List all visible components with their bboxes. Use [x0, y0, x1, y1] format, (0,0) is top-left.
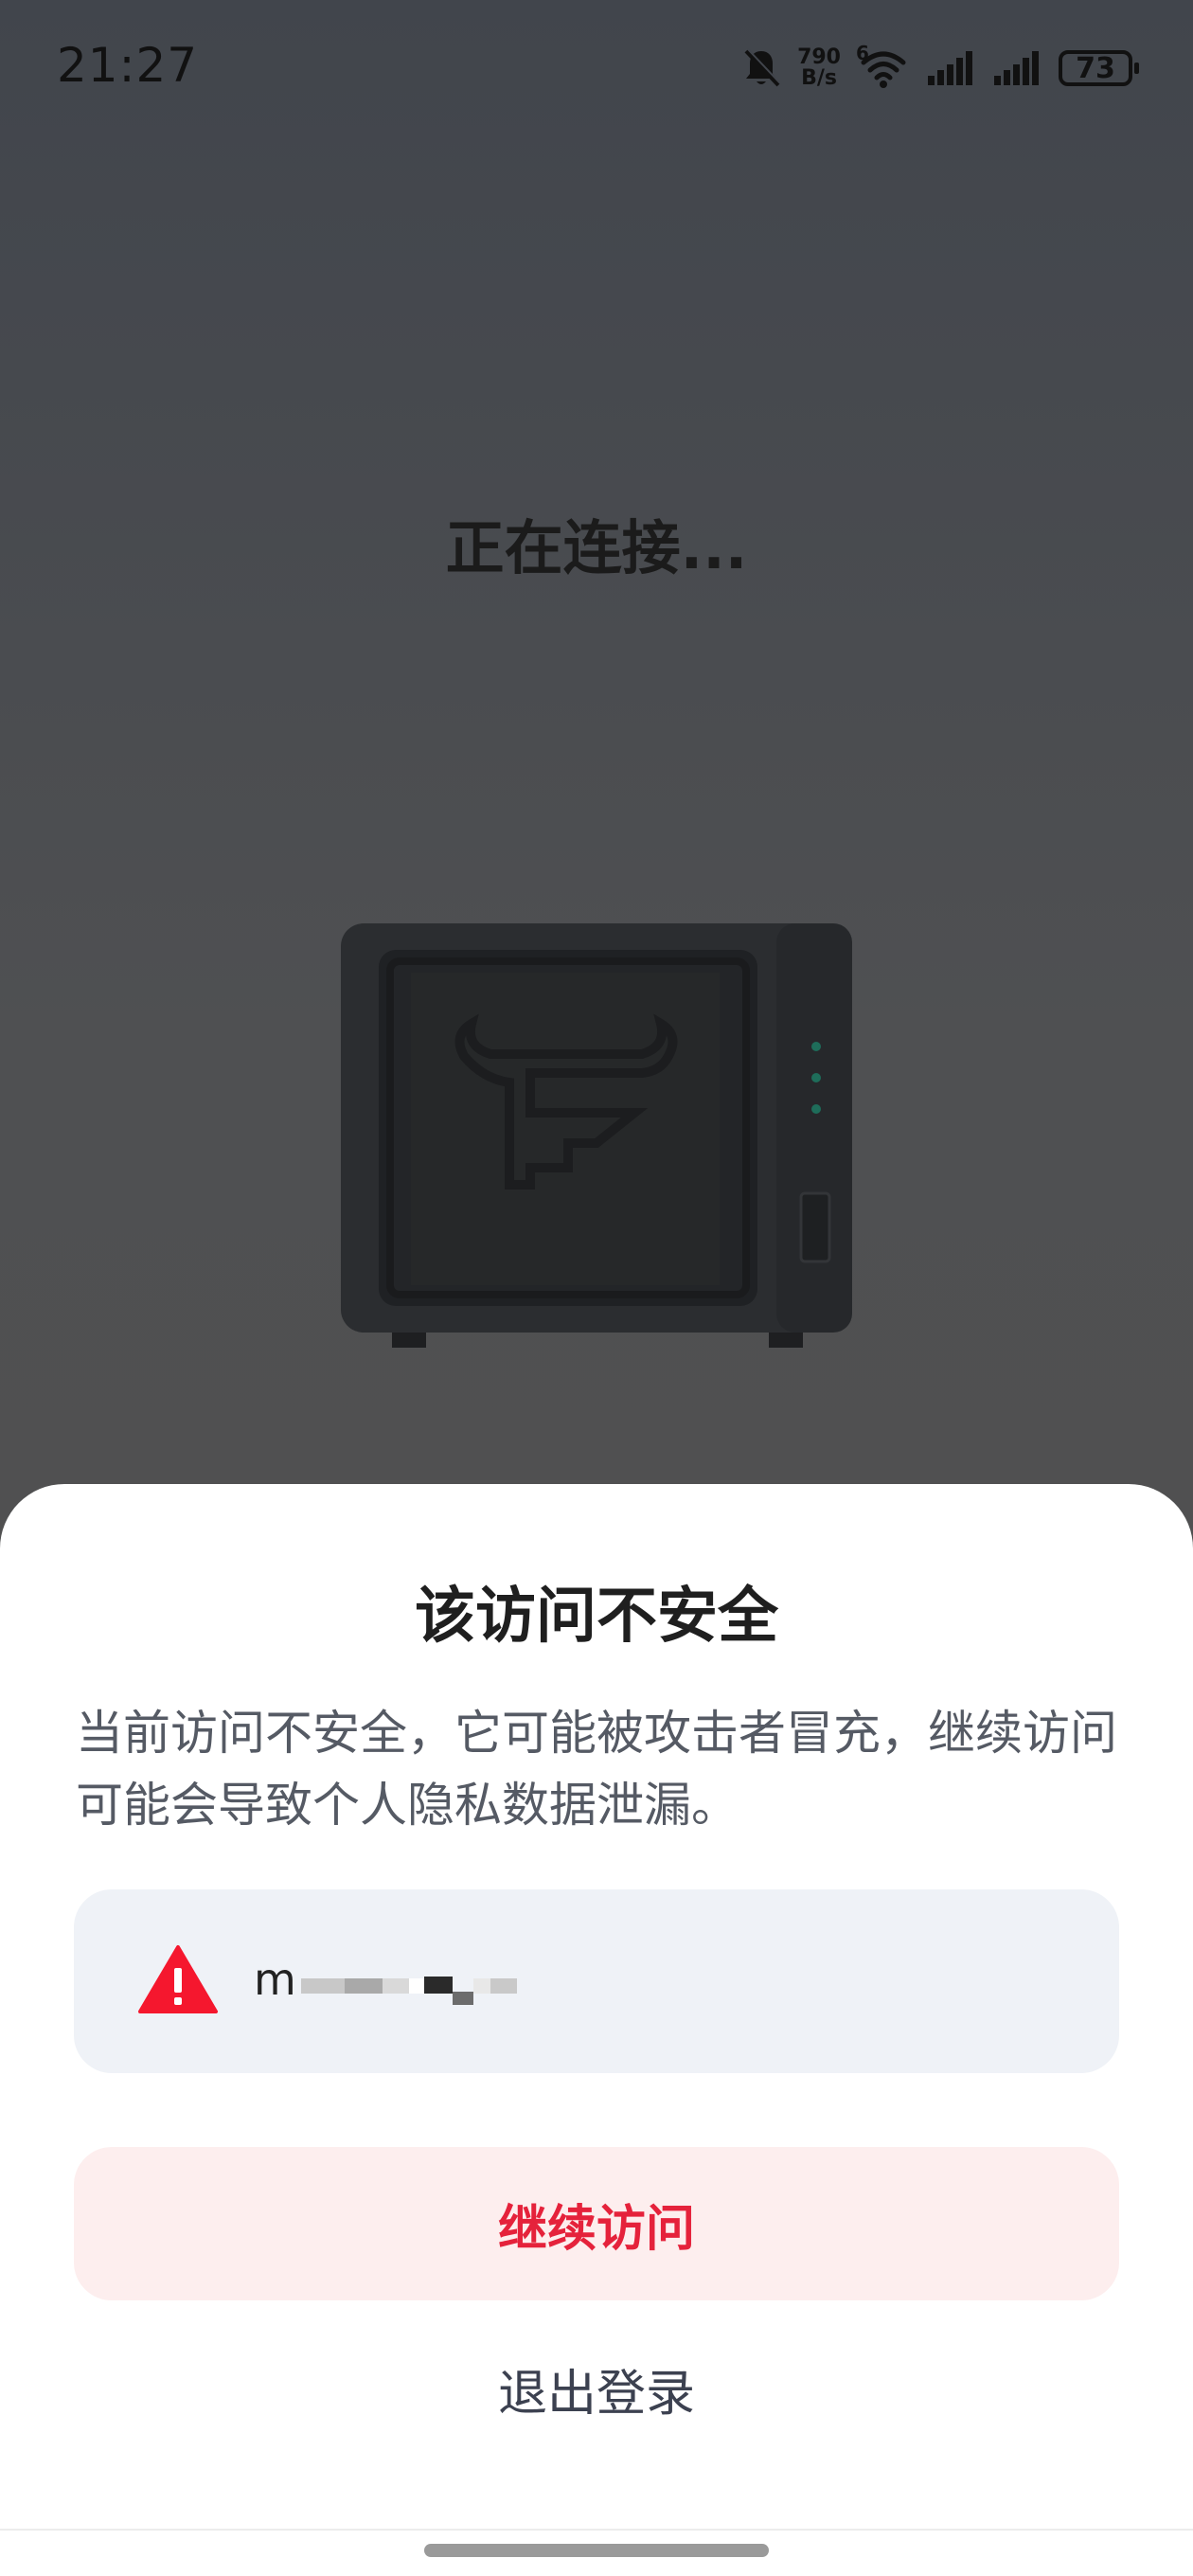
divider: [0, 2529, 1193, 2531]
battery-indicator: 73: [1059, 50, 1139, 86]
status-icons: 790 B/s 6 73: [742, 40, 1139, 97]
warning-icon: [138, 1945, 218, 2013]
net-speed-unit: B/s: [801, 66, 837, 90]
status-time: 21:27: [57, 38, 199, 93]
net-speed: 790 B/s: [797, 47, 841, 89]
url-card: m: [74, 1889, 1119, 2073]
dialog-title: 该访问不安全: [415, 1582, 778, 1652]
signal-strength-icon-2: [994, 51, 1039, 85]
url-redacted: [301, 1975, 517, 2009]
wifi-6-icon: 6: [856, 42, 909, 89]
logout-button[interactable]: 退出登录: [360, 2336, 833, 2441]
connecting-status: 正在连接...: [445, 513, 748, 582]
screen: 21:27 790 B/s 6 73 正在连接... 该访问不安全 当前访问不安…: [0, 0, 1193, 2576]
nas-device-icon: [341, 923, 852, 1348]
security-warning-sheet: 该访问不安全 当前访问不安全，它可能被攻击者冒充，继续访问可能会导致个人隐私数据…: [0, 1484, 1193, 2576]
home-indicator[interactable]: [424, 2544, 769, 2557]
signal-strength-icon-1: [928, 51, 972, 85]
url-text: m: [254, 1954, 296, 2005]
bell-muted-icon: [744, 48, 781, 87]
battery-level: 73: [1076, 51, 1115, 85]
dialog-description: 当前访问不安全，它可能被攻击者冒充，继续访问可能会导致个人隐私数据泄漏。: [76, 1706, 1117, 1833]
status-bar: 21:27 790 B/s 6 73: [0, 0, 1193, 133]
net-speed-value: 790: [797, 45, 841, 69]
continue-access-button[interactable]: 继续访问: [74, 2147, 1119, 2300]
